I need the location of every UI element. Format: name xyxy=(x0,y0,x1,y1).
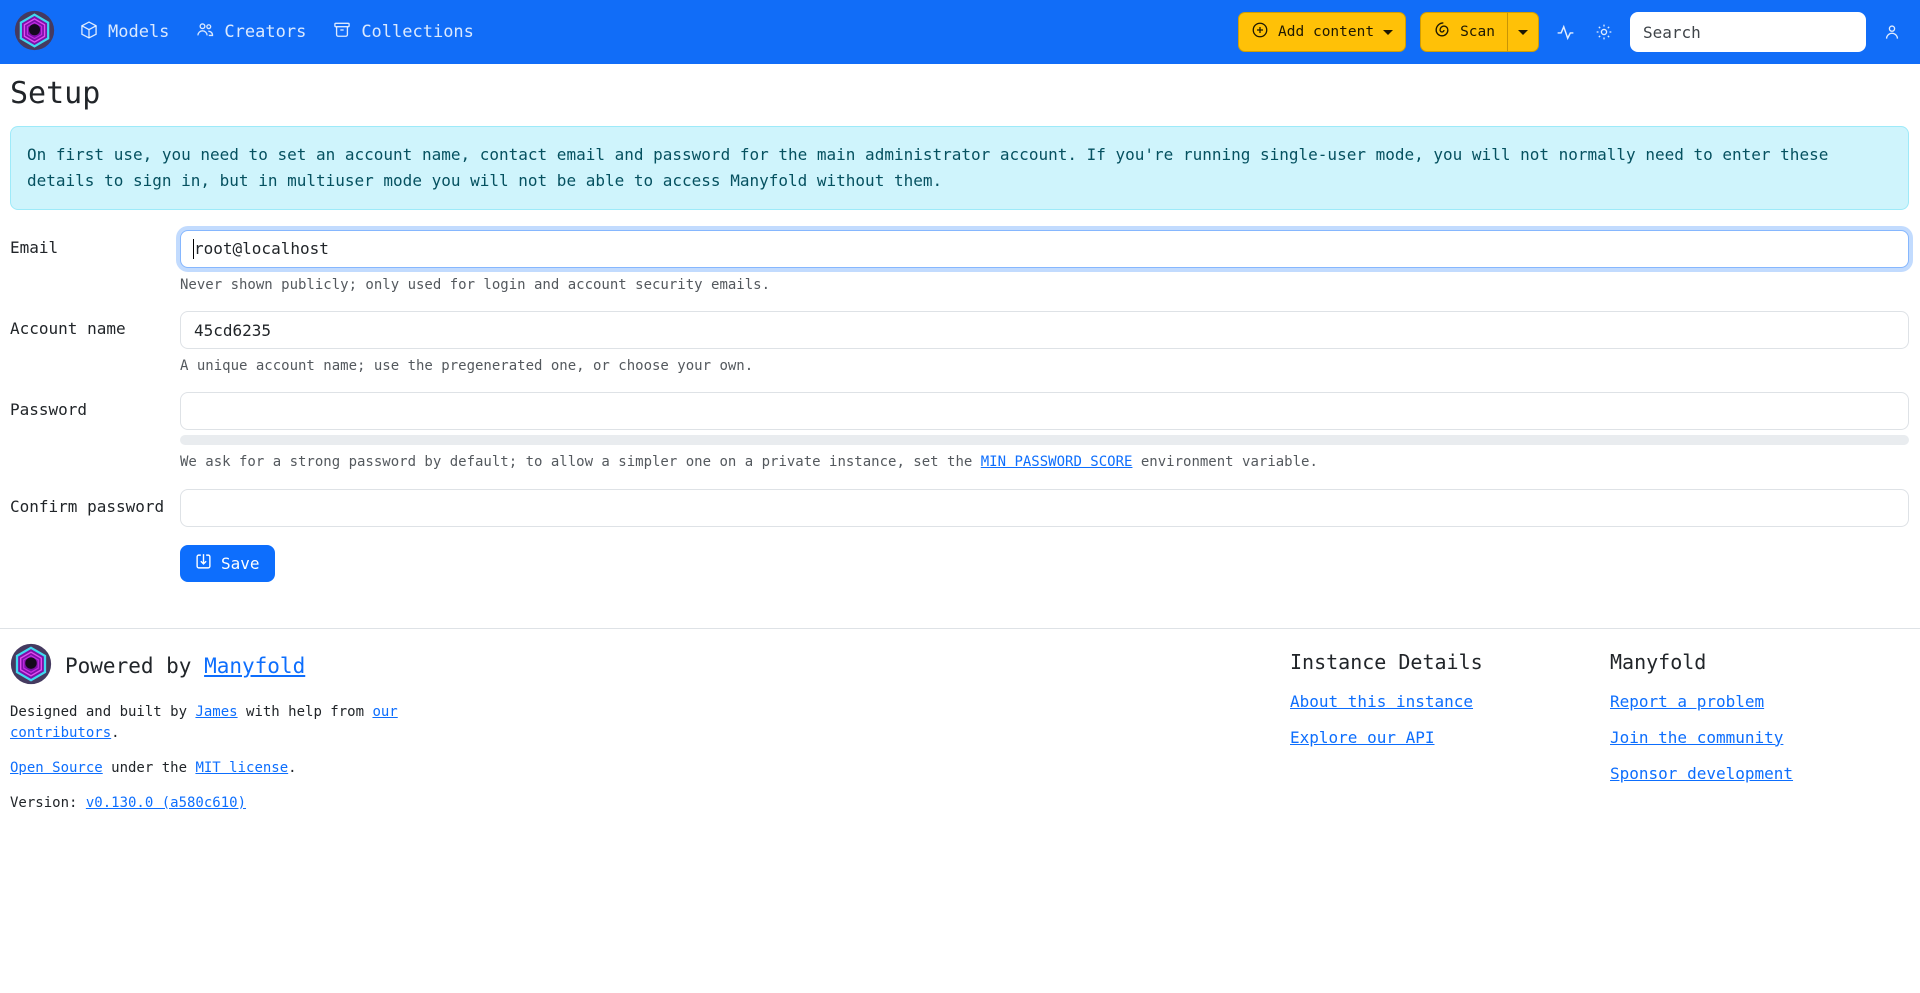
scan-spiral-icon xyxy=(1433,21,1451,43)
email-label: Email xyxy=(10,237,59,257)
report-problem-link[interactable]: Report a problem xyxy=(1610,692,1908,711)
nav-item-label: Collections xyxy=(361,22,474,42)
person-icon xyxy=(1885,25,1899,39)
search-input[interactable] xyxy=(1630,12,1866,52)
manyfold-heading: Manyfold xyxy=(1610,649,1707,674)
scan-dropdown-toggle[interactable] xyxy=(1507,12,1539,52)
people-icon xyxy=(195,20,215,45)
sponsor-development-link[interactable]: Sponsor development xyxy=(1610,764,1908,783)
scan-label: Scan xyxy=(1460,24,1495,40)
info-alert: On first use, you need to set an account… xyxy=(10,126,1909,210)
version-text: Version: v0.130.0 (a580c610) xyxy=(10,793,410,815)
save-icon xyxy=(195,553,212,574)
manyfold-link[interactable]: Manyfold xyxy=(204,654,305,678)
manyfold-logo-icon xyxy=(14,10,55,55)
email-row: Email Never shown publicly; only used fo… xyxy=(10,229,1909,295)
plus-circle-icon xyxy=(1251,21,1269,43)
page-title: Setup xyxy=(10,76,101,111)
app-logo[interactable] xyxy=(14,10,55,55)
version-label: Version: xyxy=(10,794,86,811)
password-help-text: We ask for a strong password by default;… xyxy=(180,454,981,471)
about-instance-link[interactable]: About this instance xyxy=(1290,692,1610,711)
confirm-password-field[interactable] xyxy=(180,488,1909,527)
password-help-suffix: environment variable. xyxy=(1132,454,1318,471)
save-button-label: Save xyxy=(221,553,260,573)
password-label: Password xyxy=(10,400,88,420)
chevron-down-icon xyxy=(1383,29,1394,35)
powered-by-prefix: Powered by xyxy=(65,653,205,678)
chevron-down-icon xyxy=(1518,29,1528,35)
nav-item-label: Models xyxy=(108,22,170,42)
account-name-help: A unique account name; use the pregenera… xyxy=(180,358,754,375)
account-name-field[interactable] xyxy=(180,311,1909,350)
archive-icon xyxy=(332,20,352,45)
cube-icon xyxy=(79,20,99,45)
password-row: Password We ask for a strong password by… xyxy=(10,392,1909,472)
footer-manyfold-column: Manyfold Report a problem Join the commu… xyxy=(1610,643,1908,800)
credits-suffix: . xyxy=(111,725,120,742)
password-field[interactable] xyxy=(180,392,1909,431)
add-content-button[interactable]: Add content xyxy=(1238,12,1407,52)
save-button[interactable]: Save xyxy=(180,544,275,582)
instance-details-heading: Instance Details xyxy=(1290,649,1483,674)
james-link[interactable]: James xyxy=(195,704,237,720)
profile-button[interactable] xyxy=(1880,20,1904,44)
nav-item-collections[interactable]: Collections xyxy=(322,14,484,51)
account-name-label: Account name xyxy=(10,319,126,339)
gear-icon xyxy=(1596,24,1612,40)
setup-page: Setup On first use, you need to set an a… xyxy=(0,64,1920,582)
version-link[interactable]: v0.130.0 (a580c610) xyxy=(86,795,246,811)
license-text: Open Source under the MIT license. xyxy=(10,758,410,780)
credits-middle: with help from xyxy=(237,703,373,720)
activity-pulse-icon xyxy=(1557,24,1574,40)
account-name-row: Account name A unique account name; use … xyxy=(10,311,1909,376)
footer-instance-column: Instance Details About this instance Exp… xyxy=(1290,643,1610,764)
email-field[interactable] xyxy=(180,229,1909,268)
navbar-actions: Add content Scan xyxy=(1238,12,1904,52)
credits-prefix: Designed and built by xyxy=(10,703,196,720)
email-help: Never shown publicly; only used for logi… xyxy=(180,276,771,293)
powered-by-text: Powered by Manyfold xyxy=(65,654,305,678)
settings-button[interactable] xyxy=(1592,20,1616,44)
activity-button[interactable] xyxy=(1553,20,1578,45)
min-password-score-link[interactable]: MIN PASSWORD SCORE xyxy=(981,454,1133,470)
join-community-link[interactable]: Join the community xyxy=(1610,728,1908,747)
page-footer: Powered by Manyfold Designed and built b… xyxy=(0,627,1920,815)
confirm-password-row: Confirm password xyxy=(10,488,1909,527)
credits-text: Designed and built by James with help fr… xyxy=(10,702,410,745)
nav-item-creators[interactable]: Creators xyxy=(185,14,316,51)
top-navbar: Models Creators Collections Add content … xyxy=(0,0,1920,64)
setup-form: Email Never shown publicly; only used fo… xyxy=(10,229,1909,582)
scan-split-button: Scan xyxy=(1420,12,1539,52)
confirm-password-label: Confirm password xyxy=(10,496,165,516)
explore-api-link[interactable]: Explore our API xyxy=(1290,728,1610,747)
mit-license-link[interactable]: MIT license xyxy=(195,760,288,776)
manyfold-logo-icon xyxy=(10,643,52,689)
footer-brand-column: Powered by Manyfold Designed and built b… xyxy=(10,643,1290,815)
scan-button[interactable]: Scan xyxy=(1420,12,1507,52)
primary-nav: Models Creators Collections xyxy=(69,14,484,51)
nav-item-models[interactable]: Models xyxy=(69,14,179,51)
open-source-link[interactable]: Open Source xyxy=(10,760,103,776)
password-strength-meter xyxy=(180,435,1909,446)
add-content-label: Add content xyxy=(1278,24,1375,40)
text-cursor xyxy=(193,238,194,259)
license-suffix: . xyxy=(288,760,297,777)
license-middle: under the xyxy=(102,760,196,777)
nav-item-label: Creators xyxy=(224,22,307,42)
password-help: We ask for a strong password by default;… xyxy=(180,452,1909,472)
